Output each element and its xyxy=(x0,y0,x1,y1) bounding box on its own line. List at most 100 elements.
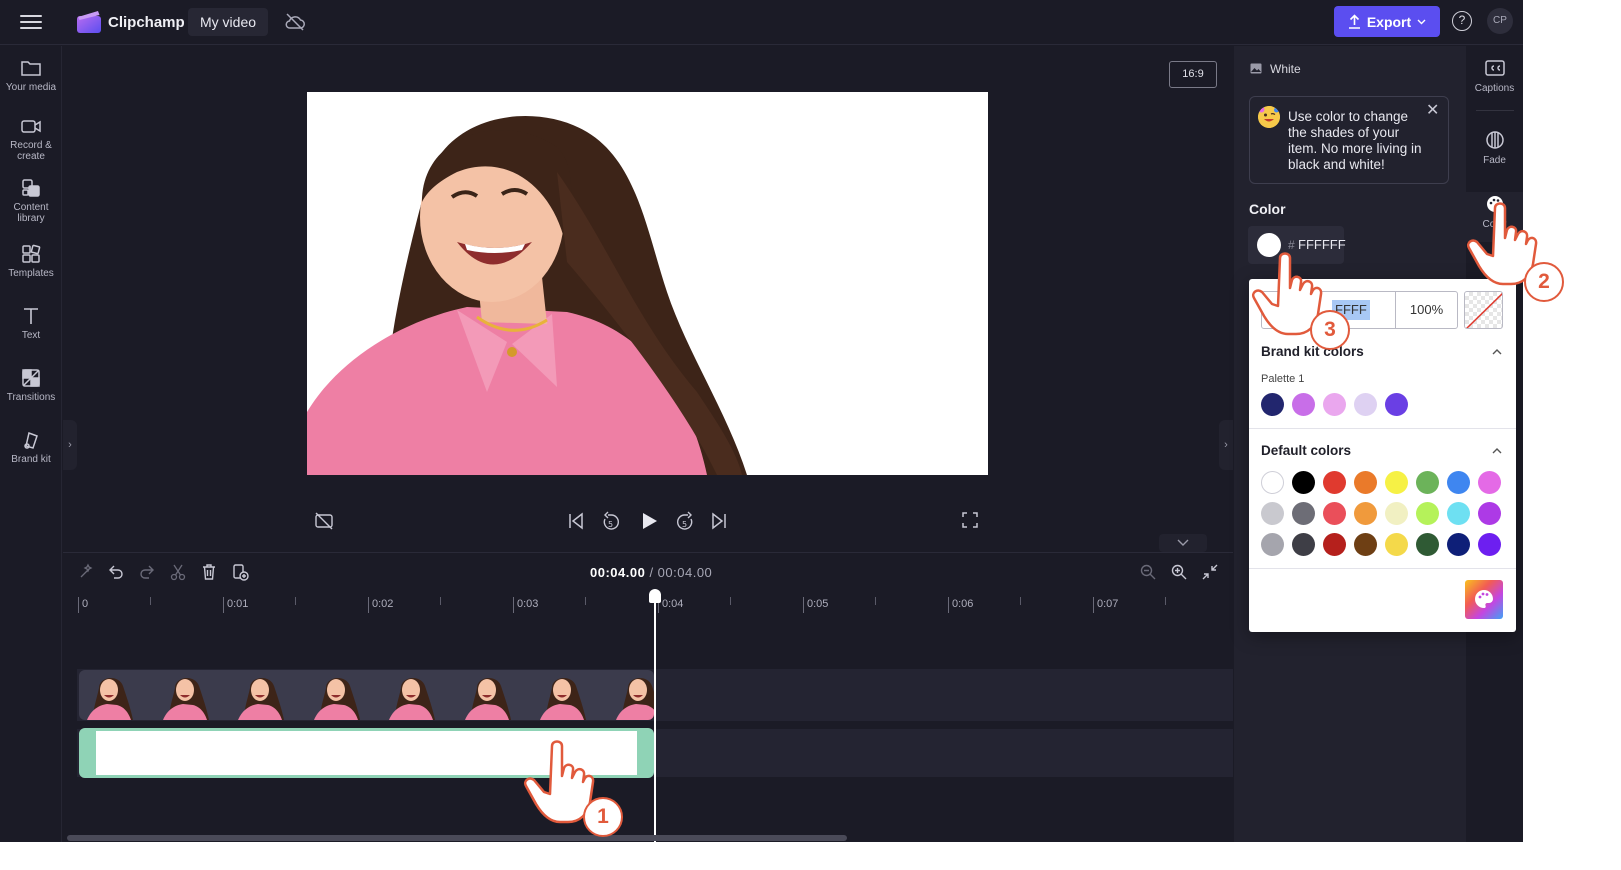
brand-color-swatch[interactable] xyxy=(1261,393,1284,416)
opacity-input[interactable]: 100% xyxy=(1395,291,1458,329)
ruler-tick xyxy=(875,597,876,605)
chevron-up-icon[interactable] xyxy=(1492,446,1502,456)
tab-fade[interactable]: Fade xyxy=(1466,130,1523,166)
palette-label: Palette 1 xyxy=(1261,373,1305,385)
project-title[interactable]: My video xyxy=(188,8,269,36)
ruler-tick xyxy=(1020,597,1021,605)
default-color-swatch[interactable] xyxy=(1261,533,1284,556)
sidebar-item-record-create[interactable]: Record & create xyxy=(0,116,62,162)
cloud-off-icon[interactable] xyxy=(284,12,306,32)
default-color-swatch[interactable] xyxy=(1416,533,1439,556)
video-clip[interactable] xyxy=(79,670,654,720)
default-color-swatch[interactable] xyxy=(1478,502,1501,525)
skip-forward-icon[interactable] xyxy=(709,511,729,531)
default-color-swatch[interactable] xyxy=(1385,502,1408,525)
zoom-out-icon[interactable] xyxy=(1139,563,1157,581)
default-color-swatch[interactable] xyxy=(1447,471,1470,494)
duplicate-icon[interactable] xyxy=(231,563,249,581)
preview-canvas[interactable] xyxy=(307,92,988,475)
clip-thumbnail-image xyxy=(162,677,209,720)
default-color-swatch[interactable] xyxy=(1323,502,1346,525)
sidebar-item-your-media[interactable]: Your media xyxy=(0,58,62,93)
export-label: Export xyxy=(1366,13,1412,30)
sidebar-item-templates[interactable]: Templates xyxy=(0,244,62,279)
brand-color-swatch[interactable] xyxy=(1323,393,1346,416)
tip-text: Use color to change the shades of your i… xyxy=(1288,109,1422,172)
fade-icon xyxy=(1485,131,1504,149)
undo-icon[interactable] xyxy=(107,563,125,581)
custom-color-button[interactable] xyxy=(1465,580,1503,619)
default-color-swatch[interactable] xyxy=(1478,471,1501,494)
default-color-swatch[interactable] xyxy=(1292,471,1315,494)
fit-timeline-icon[interactable] xyxy=(1201,563,1219,581)
play-icon[interactable] xyxy=(639,511,659,531)
default-color-swatch[interactable] xyxy=(1323,471,1346,494)
sidebar-item-brand-kit[interactable]: Brand kit xyxy=(0,430,62,465)
default-color-swatch[interactable] xyxy=(1354,502,1377,525)
skip-back-icon[interactable] xyxy=(566,511,586,531)
fullscreen-icon[interactable] xyxy=(961,511,979,529)
hamburger-menu-icon[interactable] xyxy=(14,10,48,34)
export-button[interactable]: Export xyxy=(1334,6,1440,37)
chevron-down-icon[interactable] xyxy=(1159,534,1207,552)
default-color-swatch[interactable] xyxy=(1354,471,1377,494)
collapse-left-panel-icon[interactable]: › xyxy=(63,420,77,470)
chevron-down-icon xyxy=(1417,19,1426,24)
default-color-swatch[interactable] xyxy=(1292,533,1315,556)
rewind-5s-icon[interactable]: 5 xyxy=(600,511,622,533)
ruler-tick xyxy=(1093,597,1094,613)
video-preview-area: 16:9 › › 5 5 xyxy=(63,46,1233,552)
sidebar-item-label: Your media xyxy=(5,82,57,93)
clip-trim-handle-left[interactable] xyxy=(82,731,96,775)
default-color-swatch[interactable] xyxy=(1447,502,1470,525)
sidebar-item-label: Transitions xyxy=(6,392,56,403)
timeline-scrollbar[interactable] xyxy=(67,835,847,841)
avatar[interactable]: CP xyxy=(1487,8,1513,34)
sidebar-item-transitions[interactable]: Transitions xyxy=(0,368,62,403)
brand-color-swatch[interactable] xyxy=(1292,393,1315,416)
step-badge-2: 2 xyxy=(1524,262,1564,302)
chevron-up-icon[interactable] xyxy=(1492,347,1502,357)
emoji-icon xyxy=(1258,106,1280,128)
default-color-swatch[interactable] xyxy=(1385,533,1408,556)
brand-color-swatch[interactable] xyxy=(1354,393,1377,416)
sidebar-item-text[interactable]: Text xyxy=(0,306,62,341)
default-color-swatch[interactable] xyxy=(1416,471,1439,494)
sidebar-item-label: Templates xyxy=(8,268,54,279)
brand-kit-icon xyxy=(24,431,38,449)
ruler-tick xyxy=(150,597,151,605)
aspect-ratio-button[interactable]: 16:9 xyxy=(1169,61,1217,88)
collapse-right-panel-icon[interactable]: › xyxy=(1219,420,1233,470)
hide-preview-icon[interactable] xyxy=(314,511,334,531)
step-badge-3: 3 xyxy=(1310,310,1350,350)
default-color-swatch[interactable] xyxy=(1385,471,1408,494)
tab-captions[interactable]: Captions xyxy=(1466,58,1523,94)
default-color-swatch[interactable] xyxy=(1478,533,1501,556)
item-name: White xyxy=(1270,62,1301,76)
video-frame-person-image xyxy=(307,116,747,475)
help-icon[interactable]: ? xyxy=(1452,11,1472,31)
ruler-label: 0:03 xyxy=(517,598,539,610)
magic-wand-icon[interactable] xyxy=(77,563,95,581)
sidebar-item-content-library[interactable]: Content library xyxy=(0,178,62,224)
default-color-swatch[interactable] xyxy=(1354,533,1377,556)
playhead[interactable] xyxy=(654,595,656,842)
default-color-swatch[interactable] xyxy=(1261,502,1284,525)
default-color-swatch[interactable] xyxy=(1447,533,1470,556)
close-icon[interactable]: ✕ xyxy=(1426,103,1442,119)
transparent-color-button[interactable] xyxy=(1464,291,1503,329)
svg-text:5: 5 xyxy=(608,520,613,529)
brand-color-swatch[interactable] xyxy=(1385,393,1408,416)
redo-icon[interactable] xyxy=(138,563,156,581)
ruler-tick xyxy=(948,597,949,613)
zoom-in-icon[interactable] xyxy=(1170,563,1188,581)
clip-trim-handle-right[interactable] xyxy=(637,731,651,775)
default-color-swatch[interactable] xyxy=(1323,533,1346,556)
trash-icon[interactable] xyxy=(200,563,218,581)
default-color-swatch[interactable] xyxy=(1261,471,1284,494)
forward-5s-icon[interactable]: 5 xyxy=(674,511,696,533)
clip-thumbnail-image xyxy=(389,677,435,720)
default-color-swatch[interactable] xyxy=(1292,502,1315,525)
scissors-icon[interactable] xyxy=(169,563,187,581)
default-color-swatch[interactable] xyxy=(1416,502,1439,525)
